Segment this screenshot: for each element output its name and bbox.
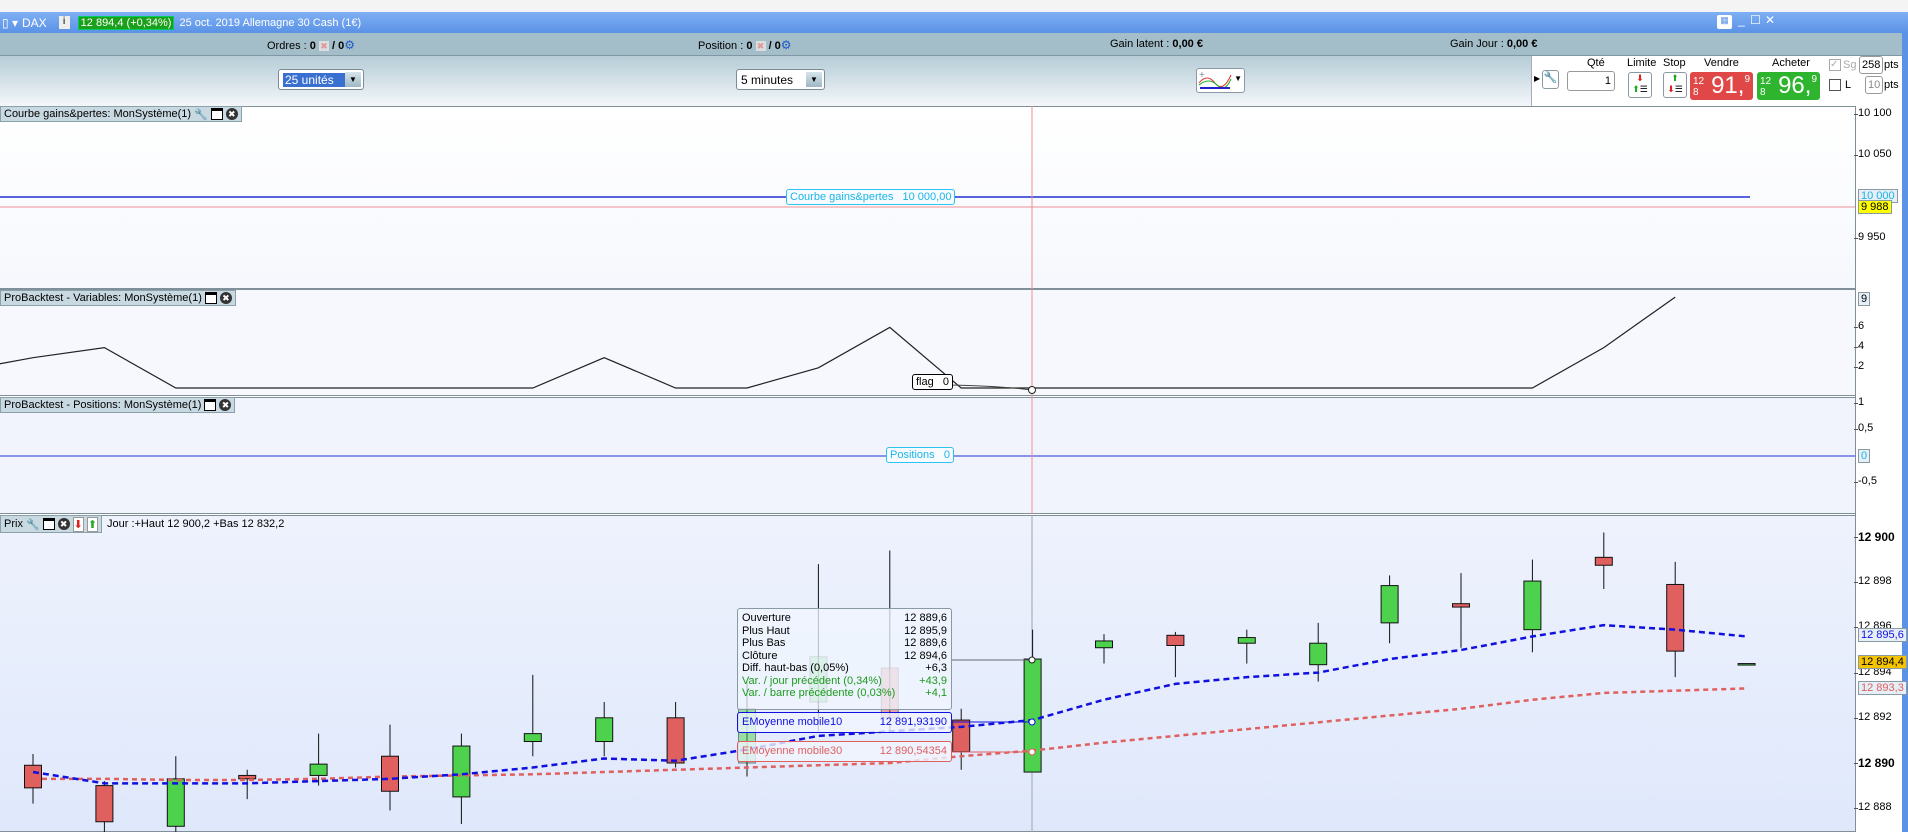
axis-tick: 0,5 — [1853, 422, 1874, 434]
maximize-panel-icon[interactable] — [204, 399, 217, 411]
wrench-icon[interactable]: 🔧 — [194, 108, 208, 121]
axis-tick: -0,5 — [1854, 475, 1877, 487]
tooltip-value: 12 889,6 — [904, 612, 947, 624]
candle-down[interactable] — [24, 764, 42, 789]
sg-points-field[interactable]: 258 — [1859, 56, 1884, 74]
tooltip-row: Plus Haut 12 895,9 — [742, 625, 947, 638]
price-axis-tick: 12 888 — [1854, 801, 1892, 814]
tooltip-row: Var. / barre précédente (0,03%) +4,1 — [742, 687, 947, 700]
tooltip-value: 12 895,9 — [904, 624, 947, 637]
axis-tick: 2 — [1853, 360, 1865, 372]
tooltip-label: Clôture — [742, 649, 778, 662]
maximize-panel-icon[interactable] — [42, 518, 55, 530]
price-panel-title: Prix 🔧 ✖ ⬇ ⬆ — [0, 515, 103, 533]
axis-tick: 10 100 — [1854, 107, 1892, 119]
candle-down[interactable] — [238, 774, 257, 780]
tooltip-label: Plus Haut — [742, 624, 790, 637]
tooltip-label: Var. / jour précédent (0,34%) — [742, 674, 882, 687]
tooltip-value: 12 889,6 — [904, 637, 947, 649]
ema10-tooltip: EMoyenne mobile10 12 891,93190 — [737, 712, 952, 733]
l-points-field[interactable]: 10 — [1865, 76, 1884, 94]
vars-current-label: 9 — [1858, 292, 1871, 306]
equity-value-label: Courbe gains&pertes 10 000,00 — [786, 189, 956, 205]
positions-value-label: Positions 0 — [886, 447, 954, 463]
variables-panel-title: ProBacktest - Variables: MonSystème(1) ✖ — [0, 290, 236, 306]
tooltip-row: Plus Bas 12 889,6 — [742, 637, 947, 650]
equity-marker-label: 9 988 — [1858, 200, 1892, 214]
candle-up[interactable] — [1523, 580, 1542, 631]
axis-tick: 9 950 — [1854, 231, 1886, 243]
tooltip-row: Var. / jour précédent (0,34%) +43,9 — [742, 675, 947, 688]
candle-up[interactable] — [1309, 642, 1328, 666]
close-panel-icon[interactable]: ✖ — [225, 108, 238, 120]
bar-tooltip: Ouverture 12 889,6 Plus Haut 12 895,9 Plus B… — [737, 608, 952, 710]
tooltip-row: Clôture 12 894,6 — [742, 650, 947, 663]
ema30-tooltip: EMoyenne mobile30 12 890,54354 — [737, 741, 952, 762]
tooltip-value: +43,9 — [919, 674, 947, 687]
close-panel-icon[interactable]: ✖ — [57, 518, 70, 530]
close-panel-icon[interactable]: ✖ — [219, 399, 232, 411]
last-price-label: 12 894,4 — [1858, 655, 1907, 669]
maximize-panel-icon[interactable] — [204, 292, 217, 304]
candle-up[interactable] — [1380, 585, 1399, 624]
flag-point — [1028, 386, 1036, 394]
maximize-panel-icon[interactable] — [210, 108, 223, 120]
price-axis-tick: 12 898 — [1854, 575, 1892, 588]
candle-up[interactable] — [166, 778, 185, 827]
pts-label: pts — [1884, 59, 1899, 71]
sell-arrow-icon[interactable]: ⬇ — [72, 516, 84, 532]
candle-down[interactable] — [666, 717, 685, 764]
ema30-axis-label: 12 893,3 — [1858, 681, 1907, 695]
candle-up[interactable] — [595, 717, 614, 743]
tooltip-row: Ouverture 12 889,6 — [742, 612, 947, 625]
tooltip-value: +4,1 — [925, 687, 947, 699]
tooltip-label: Ouverture — [742, 612, 791, 624]
tooltip-label: Plus Bas — [742, 637, 786, 649]
axis-tick: 4 — [1853, 340, 1865, 352]
equity-panel-title: Courbe gains&pertes: MonSystème(1) 🔧 ✖ — [0, 106, 242, 122]
price-axis-tick: 12 900 — [1854, 530, 1895, 544]
tooltip-value: +6,3 — [925, 662, 947, 674]
candle-down[interactable] — [381, 755, 399, 792]
ema30-point — [1028, 748, 1036, 756]
price-axis-tick: 12 892 — [1854, 710, 1892, 723]
candle-up[interactable] — [452, 745, 471, 798]
close-point — [1028, 656, 1036, 664]
wrench-icon[interactable]: 🔧 — [26, 518, 40, 531]
candle-down[interactable] — [95, 785, 114, 823]
positions-panel-title: ProBacktest - Positions: MonSystème(1) ✖ — [0, 397, 236, 413]
tooltip-label: Diff. haut-bas (0,05%) — [742, 662, 849, 674]
candle-down[interactable] — [1594, 556, 1613, 566]
close-panel-icon[interactable]: ✖ — [219, 292, 232, 304]
candle-up[interactable] — [1237, 637, 1256, 644]
candle-up[interactable] — [309, 763, 328, 776]
axis-tick: 6 — [1853, 320, 1865, 332]
flag-line — [0, 296, 1676, 389]
ema10-axis-label: 12 895,6 — [1858, 628, 1907, 642]
axis-tick: 10 050 — [1854, 148, 1892, 160]
tooltip-value: 12 894,6 — [904, 649, 947, 662]
candle-up[interactable] — [1095, 640, 1113, 649]
candle-down[interactable] — [1452, 603, 1470, 608]
flag-value-label: flag 0 — [912, 374, 954, 390]
price-axis[interactable] — [1855, 106, 1902, 832]
tooltip-label: Var. / barre précédente (0,03%) — [742, 687, 896, 699]
axis-tick: 1 — [1853, 396, 1865, 408]
window-border — [1902, 33, 1908, 832]
candle-up[interactable] — [523, 733, 542, 743]
candle-down[interactable] — [952, 719, 971, 753]
candle-down[interactable] — [1166, 634, 1185, 646]
candle-up[interactable] — [1737, 663, 1756, 666]
positions-current-label: 0 — [1858, 449, 1871, 463]
candle-down[interactable] — [1666, 583, 1685, 652]
buy-arrow-icon[interactable]: ⬆ — [86, 516, 99, 532]
day-high-low: Jour :+Haut 12 900,2 +Bas 12 832,2 — [107, 518, 285, 530]
price-axis-tick: 12 890 — [1854, 756, 1895, 770]
tooltip-row: Diff. haut-bas (0,05%) +6,3 — [742, 662, 947, 675]
pts-label: pts — [1884, 79, 1899, 91]
ema10-point — [1028, 718, 1036, 726]
